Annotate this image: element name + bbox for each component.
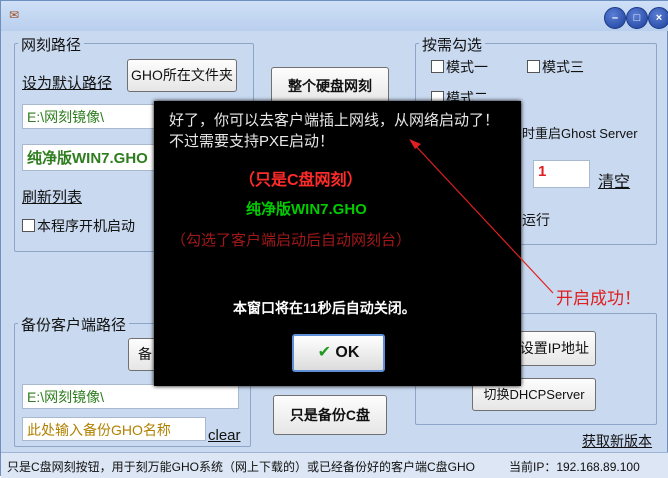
- annotation-label: 开启成功！: [556, 289, 641, 308]
- main-window: ✉ – □ × 网刻路径 设为默认路径 GHO所在文件夹 E:\网刻镜像\ 纯净…: [0, 0, 668, 478]
- annotation-arrow-icon: [409, 139, 554, 294]
